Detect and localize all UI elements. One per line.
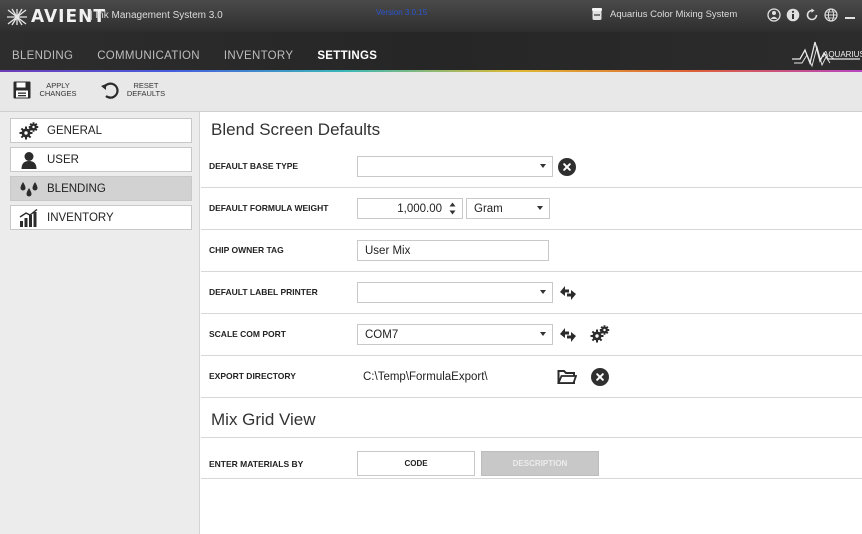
- scale-port-value: COM7: [365, 328, 399, 341]
- aquarius-brand-logo: AQUARIUS: [792, 41, 862, 68]
- scale-port-row: SCALE COM PORT COM7: [201, 314, 862, 356]
- nav-tabs: BLENDING COMMUNICATION INVENTORY SETTING…: [12, 50, 377, 62]
- formula-weight-input[interactable]: 1,000.00: [357, 198, 463, 219]
- gears-icon: [590, 325, 610, 343]
- avient-logo-mark-icon: [7, 8, 27, 26]
- chevron-down-icon: [537, 206, 543, 210]
- undo-icon: [101, 82, 119, 99]
- tab-settings[interactable]: SETTINGS: [317, 50, 377, 62]
- sidebar-item-user[interactable]: USER: [10, 147, 192, 172]
- chevron-down-icon: [540, 164, 546, 168]
- version-text: Version 3.0.15: [376, 8, 428, 17]
- chip-owner-label: CHIP OWNER TAG: [209, 245, 284, 255]
- apply-changes-label: APPLY CHANGES: [39, 81, 77, 98]
- app-window: AVIENT | Ink Management System 3.0 Versi…: [0, 0, 862, 534]
- gears-icon: [19, 121, 39, 140]
- system-name: Aquarius Color Mixing System: [610, 8, 738, 20]
- user-icon: [19, 151, 39, 169]
- brand-text: AQUARIUS: [823, 50, 862, 59]
- sidebar-item-blending[interactable]: BLENDING: [10, 176, 192, 201]
- swap-refresh-icon: [560, 328, 576, 342]
- sidebar-item-label: GENERAL: [47, 124, 102, 137]
- tab-inventory[interactable]: INVENTORY: [224, 50, 293, 62]
- chevron-down-icon: [540, 290, 546, 294]
- refresh-icon[interactable]: [804, 7, 819, 22]
- clear-base-type-icon[interactable]: [558, 158, 576, 176]
- weight-unit-value: Gram: [474, 202, 503, 215]
- base-type-dropdown[interactable]: [357, 156, 553, 177]
- base-type-label: DEFAULT BASE TYPE: [209, 161, 299, 171]
- bar-chart-icon: [19, 208, 39, 227]
- settings-sidebar: GENERAL USER BLENDING INVENTORY: [0, 112, 200, 534]
- spinner-arrows-icon[interactable]: [449, 202, 456, 215]
- chip-owner-input[interactable]: User Mix: [357, 240, 549, 261]
- minimize-icon[interactable]: [842, 7, 857, 22]
- reset-defaults-label: RESET DEFAULTS: [126, 81, 166, 98]
- swap-refresh-icon: [560, 286, 576, 300]
- scale-settings-button[interactable]: [589, 323, 611, 345]
- sidebar-item-general[interactable]: GENERAL: [10, 118, 192, 143]
- refresh-ports-button[interactable]: [557, 324, 579, 346]
- main-navigation: BLENDING COMMUNICATION INVENTORY SETTING…: [0, 32, 862, 72]
- formula-weight-row: DEFAULT FORMULA WEIGHT 1,000.00 Gram: [201, 188, 862, 230]
- tab-communication[interactable]: COMMUNICATION: [97, 50, 200, 62]
- system-indicator: Aquarius Color Mixing System: [590, 7, 737, 21]
- scale-port-dropdown[interactable]: COM7: [357, 324, 553, 345]
- app-name: | Ink Management System 3.0: [90, 10, 223, 21]
- browse-folder-button[interactable]: [556, 366, 578, 388]
- paint-can-icon: [592, 8, 602, 20]
- blend-defaults-title: Blend Screen Defaults: [211, 120, 381, 139]
- clear-export-dir-icon[interactable]: [591, 368, 609, 386]
- scale-port-label: SCALE COM PORT: [209, 329, 286, 339]
- toolbar: APPLY CHANGES RESET DEFAULTS: [0, 72, 862, 112]
- chevron-down-icon: [540, 332, 546, 336]
- label-printer-label: DEFAULT LABEL PRINTER: [209, 287, 318, 297]
- formula-weight-label: DEFAULT FORMULA WEIGHT: [209, 203, 329, 213]
- settings-panel: Blend Screen Defaults DEFAULT BASE TYPE …: [201, 112, 862, 534]
- save-icon: [13, 81, 31, 99]
- enter-materials-row: ENTER MATERIALS BY CODE DESCRIPTION: [201, 437, 862, 479]
- sidebar-item-label: BLENDING: [47, 182, 106, 195]
- weight-unit-dropdown[interactable]: Gram: [466, 198, 550, 219]
- tab-blending[interactable]: BLENDING: [12, 50, 73, 62]
- window-controls: [766, 7, 862, 22]
- enter-by-code-button[interactable]: CODE: [357, 451, 475, 476]
- enter-materials-label: ENTER MATERIALS BY: [209, 459, 304, 469]
- chip-owner-row: CHIP OWNER TAG User Mix: [201, 230, 862, 272]
- export-dir-value: C:\Temp\FormulaExport\: [363, 371, 488, 383]
- mix-grid-title: Mix Grid View: [211, 410, 316, 429]
- sidebar-item-label: INVENTORY: [47, 211, 114, 224]
- export-dir-row: EXPORT DIRECTORY C:\Temp\FormulaExport\: [201, 356, 862, 398]
- user-help-icon[interactable]: [766, 7, 781, 22]
- globe-icon[interactable]: [823, 7, 838, 22]
- export-dir-label: EXPORT DIRECTORY: [209, 371, 296, 381]
- folder-icon: [557, 370, 577, 384]
- sidebar-item-inventory[interactable]: INVENTORY: [10, 205, 192, 230]
- sidebar-item-label: USER: [47, 153, 79, 166]
- label-printer-dropdown[interactable]: [357, 282, 553, 303]
- enter-by-description-button[interactable]: DESCRIPTION: [481, 451, 599, 476]
- drops-icon: [19, 180, 39, 198]
- chip-owner-value: User Mix: [365, 244, 411, 257]
- base-type-row: DEFAULT BASE TYPE: [201, 146, 862, 188]
- label-printer-row: DEFAULT LABEL PRINTER: [201, 272, 862, 314]
- apply-changes-button[interactable]: APPLY CHANGES: [12, 80, 78, 100]
- formula-weight-value: 1,000.00: [397, 202, 442, 215]
- reset-defaults-button[interactable]: RESET DEFAULTS: [100, 80, 166, 100]
- title-bar: AVIENT | Ink Management System 3.0 Versi…: [0, 0, 862, 32]
- info-icon[interactable]: [785, 7, 800, 22]
- refresh-printers-button[interactable]: [557, 282, 579, 304]
